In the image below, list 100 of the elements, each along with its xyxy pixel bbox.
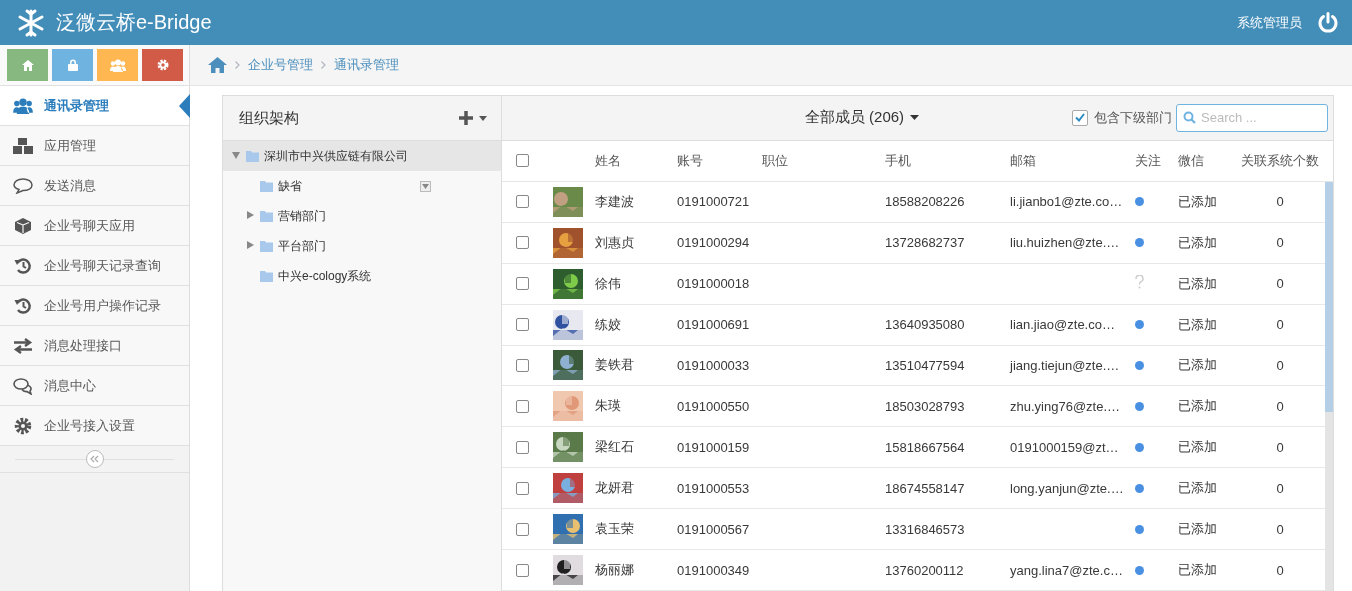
table-cell-text: 练姣 <box>595 315 622 334</box>
tree-item[interactable]: 缺省 <box>223 171 501 201</box>
history-icon <box>14 256 32 275</box>
member-filter-dropdown[interactable]: 全部成员 (206) <box>804 108 920 128</box>
caret-down-icon <box>479 115 487 121</box>
column-header: 邮箱 <box>1010 151 1037 170</box>
tree-label: 缺省 <box>278 177 302 195</box>
table-cell: 0 <box>1276 480 1284 496</box>
add-button[interactable] <box>459 111 487 125</box>
home-button[interactable] <box>7 49 48 81</box>
table-cell-text: 已添加 <box>1178 192 1218 211</box>
checkbox[interactable] <box>515 522 529 536</box>
tree-label: 营销部门 <box>278 207 326 225</box>
power-icon[interactable] <box>1318 12 1338 33</box>
table-cell-text: 13640935080 <box>885 317 966 333</box>
search-icon <box>1183 110 1196 124</box>
sidebar-item[interactable]: 企业号接入设置 <box>0 406 189 446</box>
sidebar-item[interactable]: 企业号聊天记录查询 <box>0 246 189 286</box>
checkbox[interactable] <box>515 277 529 291</box>
sidebar-item[interactable]: 通讯录管理 <box>0 86 189 126</box>
checkbox[interactable] <box>515 440 529 454</box>
column-header: 关联系统个数 <box>1241 151 1319 170</box>
sidebar-label: 发送消息 <box>44 176 96 195</box>
table-cell-text: jiang.tiejun@zte.… <box>1010 357 1121 373</box>
column-header: 职位 <box>762 151 789 170</box>
tree-label: 中兴e-cology系统 <box>278 267 372 285</box>
tree-item[interactable]: 营销部门 <box>223 201 501 231</box>
table-cell-text: 13728682737 <box>885 235 966 251</box>
sidebar-label: 应用管理 <box>44 136 96 155</box>
caret-right-icon[interactable] <box>246 241 254 249</box>
table-cell-text: 13510477594 <box>885 357 966 373</box>
tree-item[interactable]: 深圳市中兴供应链有限公司 <box>223 141 501 171</box>
sidebar-label: 企业号用户操作记录 <box>44 296 161 315</box>
collapse-button[interactable] <box>85 450 104 468</box>
checkbox[interactable] <box>515 481 529 495</box>
dropdown-button[interactable] <box>420 180 431 192</box>
table-cell-text: 已添加 <box>1178 438 1218 457</box>
checkbox[interactable] <box>515 399 529 413</box>
caret-down-icon <box>422 183 429 189</box>
table-cell-text: 刘惠贞 <box>595 233 635 252</box>
scrollbar[interactable] <box>1325 182 1333 591</box>
checkbox[interactable] <box>515 154 529 168</box>
table-cell-text: 李建波 <box>595 192 635 211</box>
checkbox[interactable] <box>515 236 529 250</box>
panel-title: 组织架构 <box>239 108 299 128</box>
table-cell: 0 <box>1276 194 1284 210</box>
chevron-icon <box>235 61 240 69</box>
table-cell-text: 已添加 <box>1178 356 1218 375</box>
sidebar-item[interactable]: 消息中心 <box>0 366 189 406</box>
folder-icon <box>260 240 273 252</box>
speech-bubble-icon <box>13 177 33 194</box>
checkbox[interactable] <box>515 195 529 209</box>
search-field[interactable]: Search ... <box>1176 103 1328 132</box>
table-cell-text: 0191000159 <box>677 439 751 455</box>
table-cell-text: 15818667564 <box>885 439 966 455</box>
app-title: 泛微云桥e-Bridge <box>56 10 212 35</box>
checkbox[interactable] <box>515 318 529 332</box>
sidebar-label: 通讯录管理 <box>44 96 109 115</box>
table-cell-text: 已添加 <box>1178 274 1218 293</box>
table-cell: 0 <box>1276 276 1284 292</box>
column-header: 手机 <box>885 151 912 170</box>
sidebar-item[interactable]: 企业号聊天应用 <box>0 206 189 246</box>
user-name[interactable]: 系统管理员 <box>1237 13 1302 32</box>
folder-icon <box>260 210 273 222</box>
table-cell: 0 <box>1276 357 1284 373</box>
checkbox[interactable] <box>515 563 529 577</box>
checkbox[interactable] <box>1072 109 1088 126</box>
caret-down-icon[interactable] <box>232 152 240 159</box>
table-cell-text: 已添加 <box>1178 520 1218 539</box>
table-cell-text: long.yanjun@zte.… <box>1010 480 1125 496</box>
gear-icon <box>156 59 169 71</box>
chevron-icon <box>321 61 326 69</box>
lock-button[interactable] <box>52 49 93 81</box>
lock-icon <box>67 59 78 71</box>
caret-right-icon[interactable] <box>246 211 254 219</box>
sidebar-item[interactable]: 发送消息 <box>0 166 189 206</box>
table-cell-text: 0191000018 <box>677 276 751 292</box>
home-icon <box>21 59 34 71</box>
table-cell-text: 姜铁君 <box>595 356 635 375</box>
table-cell: 0 <box>1276 562 1284 578</box>
table-cell-text: 0191000553 <box>677 480 751 496</box>
checkbox[interactable] <box>515 358 529 372</box>
gear-button[interactable] <box>142 49 183 81</box>
table-cell-text: 18674558147 <box>885 480 966 496</box>
table-cell-text: 已添加 <box>1178 397 1218 416</box>
tree-item[interactable]: 中兴e-cology系统 <box>223 261 501 291</box>
table-cell: 0 <box>1276 521 1284 537</box>
tree-item[interactable]: 平台部门 <box>223 231 501 261</box>
sidebar-item[interactable]: 应用管理 <box>0 126 189 166</box>
table-cell-text: 0191000159@zt… <box>1010 439 1120 455</box>
sidebar-item[interactable]: 企业号用户操作记录 <box>0 286 189 326</box>
table-cell-text: 0191000550 <box>677 398 751 414</box>
sidebar-item[interactable]: 消息处理接口 <box>0 326 189 366</box>
table-cell-text: 已添加 <box>1178 233 1218 252</box>
table-cell-text: 0191000567 <box>677 521 751 537</box>
sidebar-label: 消息中心 <box>44 376 96 395</box>
table-cell-text: 13760200112 <box>885 562 965 578</box>
home-icon[interactable] <box>208 57 227 73</box>
table-cell: 0 <box>1276 317 1284 333</box>
table-cell-text: 已添加 <box>1178 561 1218 580</box>
